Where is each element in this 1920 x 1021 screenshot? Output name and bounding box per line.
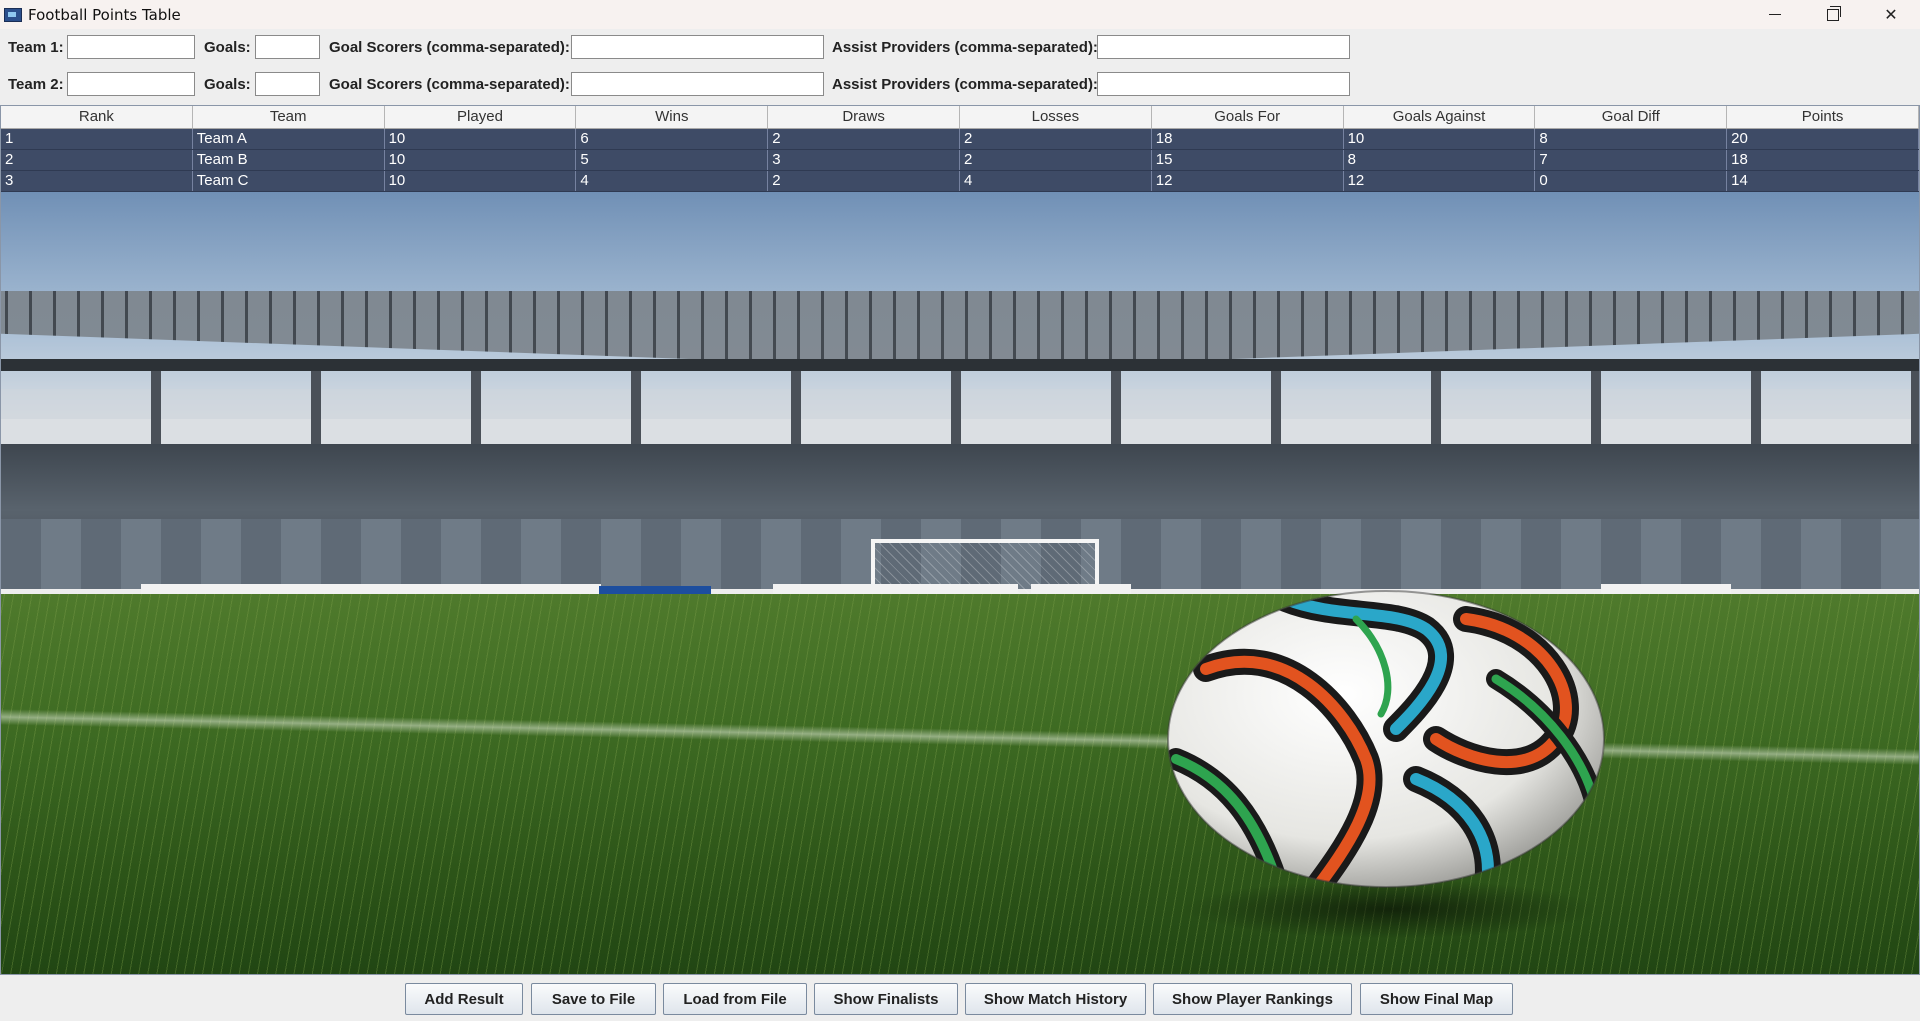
assists2-input[interactable] [1097,72,1350,96]
add-result-button[interactable]: Add Result [405,983,523,1015]
table-row[interactable]: 1 Team A 10 6 2 2 18 10 8 20 [1,129,1919,150]
scorers2-label: Goal Scorers (comma-separated): [329,76,570,93]
cell-team: Team B [193,150,385,170]
cell-wins: 5 [576,150,769,170]
cell-goals-against: 10 [1344,129,1536,149]
button-bar: Add Result Save to File Load from File S… [0,975,1920,1021]
cell-wins: 6 [576,129,769,149]
cell-goal-diff: 7 [1535,150,1728,170]
cell-rank: 2 [1,150,193,170]
header-losses[interactable]: Losses [960,106,1152,128]
maximize-button[interactable] [1804,0,1862,29]
cell-draws: 2 [768,129,960,149]
scorers2-input[interactable] [571,72,824,96]
stadium-background-image [1,189,1919,974]
cell-team: Team A [193,129,385,149]
header-points[interactable]: Points [1727,106,1919,128]
header-goal-diff[interactable]: Goal Diff [1535,106,1728,128]
table-header: Rank Team Played Wins Draws Losses Goals… [1,106,1919,129]
cell-wins: 4 [576,171,769,191]
goals2-input[interactable] [255,72,320,96]
header-draws[interactable]: Draws [768,106,960,128]
app-window-icon [4,7,22,22]
header-wins[interactable]: Wins [576,106,769,128]
header-goals-against[interactable]: Goals Against [1344,106,1536,128]
cell-played: 10 [385,171,577,191]
cell-goals-for: 15 [1152,150,1344,170]
assists1-label: Assist Providers (comma-separated): [832,39,1098,56]
scorers1-label: Goal Scorers (comma-separated): [329,39,570,56]
cell-losses: 4 [960,171,1152,191]
header-goals-for[interactable]: Goals For [1152,106,1344,128]
minimize-icon [1769,14,1781,15]
title-bar: Football Points Table ✕ [0,0,1920,29]
cell-played: 10 [385,150,577,170]
goals1-label: Goals: [204,39,251,56]
cell-rank: 3 [1,171,193,191]
cell-goals-for: 18 [1152,129,1344,149]
football-image [1167,590,1605,888]
cell-points: 20 [1727,129,1919,149]
team1-label: Team 1: [8,39,64,56]
cell-points: 18 [1727,150,1919,170]
table-row[interactable]: 2 Team B 10 5 3 2 15 8 7 18 [1,150,1919,171]
show-match-history-button[interactable]: Show Match History [965,983,1146,1015]
show-player-rankings-button[interactable]: Show Player Rankings [1153,983,1352,1015]
close-icon: ✕ [1884,5,1898,24]
team1-input-row: Team 1: Goals: Goal Scorers (comma-separ… [0,35,1920,61]
header-team[interactable]: Team [193,106,385,128]
cell-team: Team C [193,171,385,191]
restore-icon [1827,5,1841,21]
cell-played: 10 [385,129,577,149]
scorers1-input[interactable] [571,35,824,59]
show-final-map-button[interactable]: Show Final Map [1360,983,1513,1015]
cell-losses: 2 [960,150,1152,170]
table-row[interactable]: 3 Team C 10 4 2 4 12 12 0 14 [1,171,1919,192]
cell-goals-for: 12 [1152,171,1344,191]
header-played[interactable]: Played [385,106,577,128]
cell-draws: 2 [768,171,960,191]
cell-draws: 3 [768,150,960,170]
goals2-label: Goals: [204,76,251,93]
team2-input-row: Team 2: Goals: Goal Scorers (comma-separ… [0,72,1920,98]
cell-goals-against: 12 [1344,171,1536,191]
window-title: Football Points Table [28,5,181,24]
cell-points: 14 [1727,171,1919,191]
cell-goals-against: 8 [1344,150,1536,170]
assists2-label: Assist Providers (comma-separated): [832,76,1098,93]
close-button[interactable]: ✕ [1862,0,1920,29]
minimize-button[interactable] [1746,0,1804,29]
team1-input[interactable] [67,35,195,59]
points-table[interactable]: Rank Team Played Wins Draws Losses Goals… [0,105,1920,975]
cell-goal-diff: 8 [1535,129,1728,149]
save-to-file-button[interactable]: Save to File [531,983,656,1015]
assists1-input[interactable] [1097,35,1350,59]
team2-label: Team 2: [8,76,64,93]
goals1-input[interactable] [255,35,320,59]
show-finalists-button[interactable]: Show Finalists [814,983,958,1015]
cell-goal-diff: 0 [1535,171,1728,191]
cell-rank: 1 [1,129,193,149]
team2-input[interactable] [67,72,195,96]
load-from-file-button[interactable]: Load from File [663,983,807,1015]
header-rank[interactable]: Rank [1,106,193,128]
cell-losses: 2 [960,129,1152,149]
